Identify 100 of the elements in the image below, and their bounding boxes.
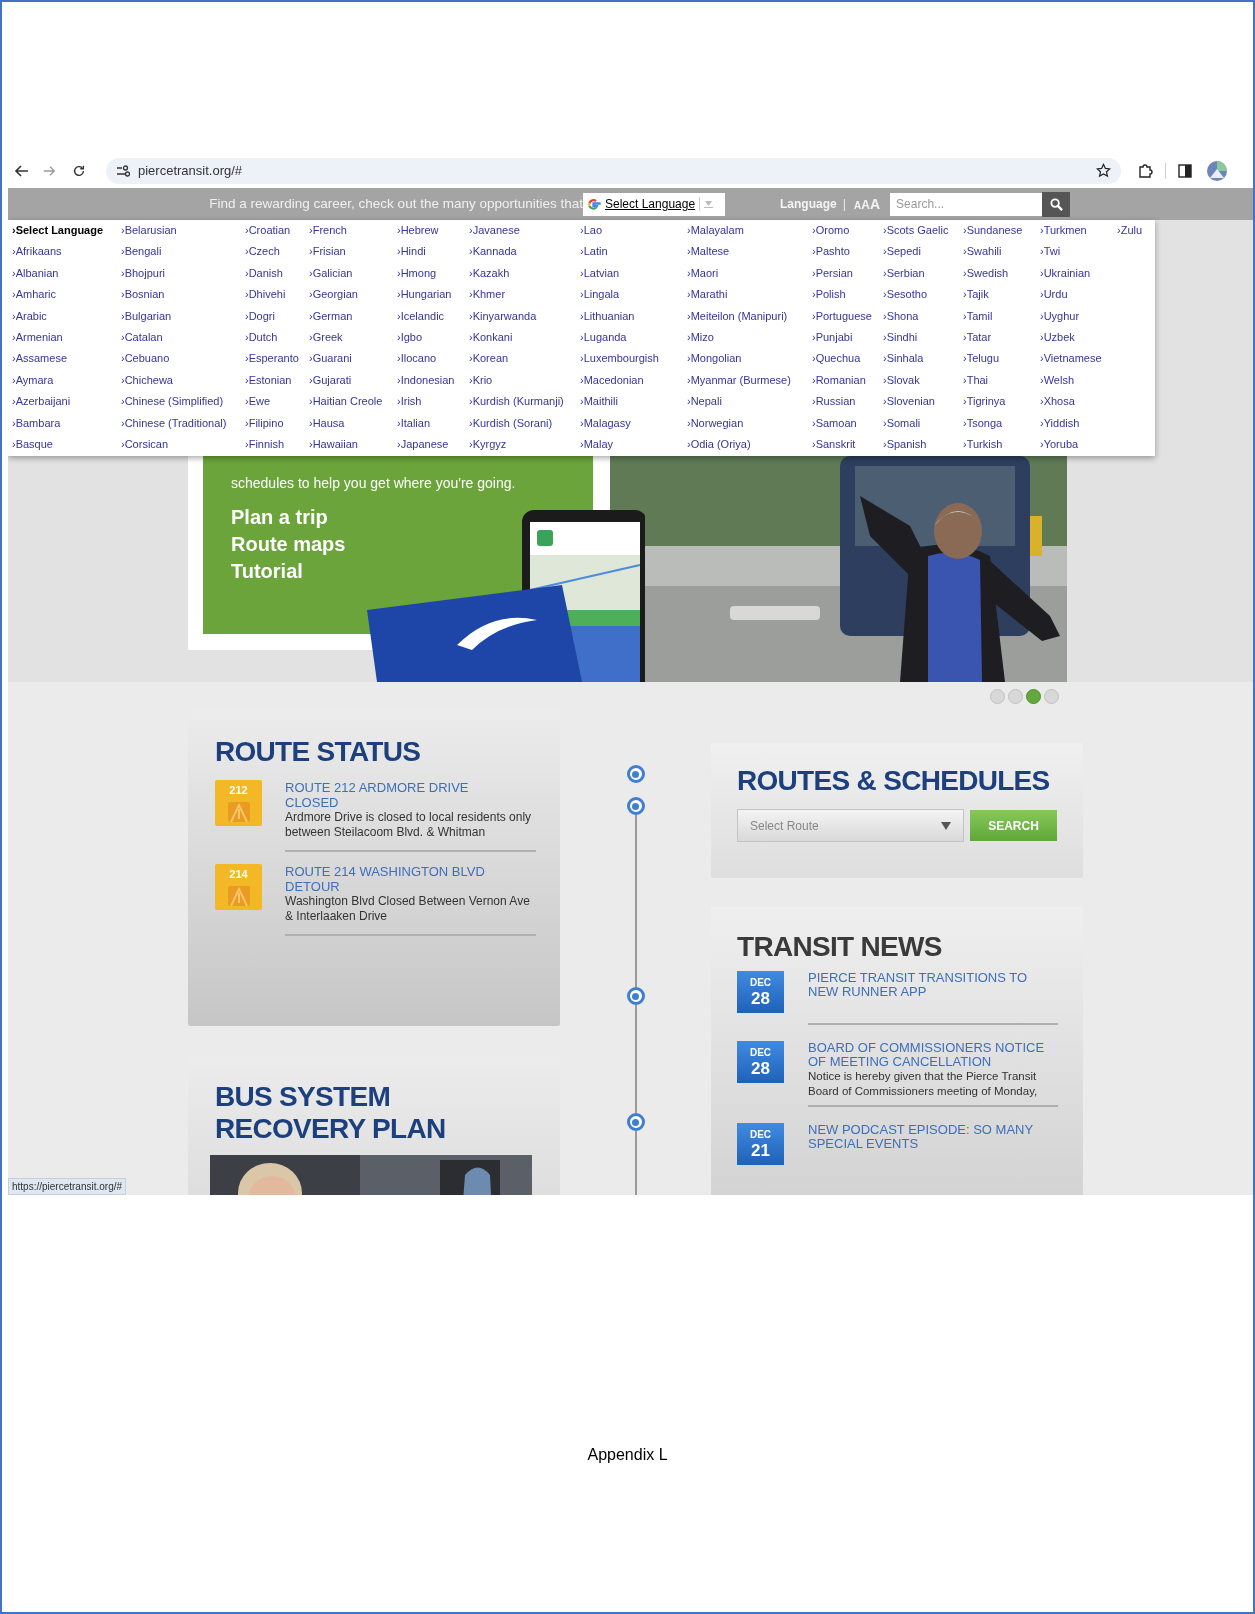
language-option[interactable]: ›Cebuano [121,348,245,370]
language-option[interactable]: ›Slovak [883,369,963,392]
language-option[interactable]: ›Sepedi [883,241,963,263]
language-option[interactable]: ›Bulgarian [121,305,245,328]
language-option[interactable]: ›Tsonga [963,412,1040,435]
language-option[interactable]: ›Latin [580,241,687,263]
language-option[interactable]: ›Kurdish (Kurmanji) [469,391,580,413]
language-option[interactable]: ›Belarusian [121,220,245,242]
language-option[interactable]: ›Yoruba [1040,434,1117,456]
language-option[interactable]: ›Dogri [245,305,309,328]
language-option[interactable]: ›Swedish [963,262,1040,285]
language-option[interactable]: ›Sanskrit [812,434,883,456]
language-option[interactable]: ›Irish [397,391,469,413]
language-option[interactable]: ›Samoan [812,412,883,435]
language-option[interactable]: ›Gujarati [309,369,397,392]
language-option[interactable]: ›Afrikaans [12,241,121,263]
language-option[interactable]: ›Hmong [397,262,469,285]
language-option[interactable]: ›Croatian [245,220,309,242]
language-option[interactable]: ›Finnish [245,434,309,456]
language-option[interactable]: ›Quechua [812,348,883,370]
language-option[interactable]: ›Guarani [309,348,397,370]
language-option[interactable]: ›Chinese (Traditional) [121,412,245,435]
language-option[interactable]: ›Malagasy [580,412,687,435]
language-option[interactable]: ›Haitian Creole [309,391,397,413]
language-option[interactable]: ›Kazakh [469,262,580,285]
translate-dropdown[interactable]: Select Language [583,192,725,216]
language-option[interactable]: ›Mizo [687,327,812,349]
search-field[interactable]: Search... [890,192,1043,216]
language-option[interactable]: ›Vietnamese [1040,348,1117,370]
language-option[interactable]: ›Swahili [963,241,1040,263]
language-option[interactable]: ›Armenian [12,327,121,349]
language-option[interactable]: ›Kannada [469,241,580,263]
language-option[interactable]: ›Javanese [469,220,580,242]
language-option[interactable]: ›Myanmar (Burmese) [687,369,812,392]
language-option[interactable]: ›Sindhi [883,327,963,349]
language-option[interactable]: ›Bosnian [121,284,245,306]
language-option[interactable]: ›Bengali [121,241,245,263]
language-option[interactable]: ›Georgian [309,284,397,306]
language-option[interactable]: ›Estonian [245,369,309,392]
language-option[interactable]: ›Somali [883,412,963,435]
language-option[interactable]: ›Frisian [309,241,397,263]
back-icon[interactable] [14,162,30,179]
language-option[interactable]: ›Tigrinya [963,391,1040,413]
forward-icon[interactable] [42,163,56,178]
language-option[interactable]: ›Malay [580,434,687,456]
language-option[interactable]: ›Amharic [12,284,121,306]
language-option[interactable]: ›Kyrgyz [469,434,580,456]
language-option[interactable]: ›Kinyarwanda [469,305,580,328]
language-option[interactable]: ›Select Language [12,220,121,242]
language-option[interactable]: ›Azerbaijani [12,391,121,413]
language-option[interactable]: ›Chichewa [121,369,245,392]
language-option[interactable]: ›Krio [469,369,580,392]
language-option[interactable]: ›Luganda [580,327,687,349]
language-option[interactable]: ›Tatar [963,327,1040,349]
route-alert-link[interactable]: ROUTE 212 ARDMORE DRIVE CLOSED [285,780,517,810]
language-option[interactable]: ›Lingala [580,284,687,306]
language-option[interactable]: ›Malayalam [687,220,812,242]
language-option[interactable]: ›Ilocano [397,348,469,370]
language-option[interactable]: ›Romanian [812,369,883,392]
language-option[interactable]: ›Khmer [469,284,580,306]
language-option[interactable]: ›Uzbek [1040,327,1117,349]
language-option[interactable]: ›Marathi [687,284,812,306]
language-option[interactable]: ›Dhivehi [245,284,309,306]
language-option[interactable]: ›Serbian [883,262,963,285]
language-option[interactable]: ›Portuguese [812,305,883,328]
language-option[interactable]: ›Thai [963,369,1040,392]
language-option[interactable]: ›Esperanto [245,348,309,370]
language-option[interactable]: ›Japanese [397,434,469,456]
language-option[interactable]: ›Arabic [12,305,121,328]
language-option[interactable]: ›Sundanese [963,220,1040,242]
reload-icon[interactable] [72,163,86,178]
language-option[interactable]: ›Assamese [12,348,121,370]
language-option[interactable]: ›Hebrew [397,220,469,242]
language-option[interactable]: ›Albanian [12,262,121,285]
language-option[interactable]: ›Sesotho [883,284,963,306]
language-option[interactable]: ›Telugu [963,348,1040,370]
language-option[interactable]: ›Shona [883,305,963,328]
language-option[interactable]: ›Spanish [883,434,963,456]
language-option[interactable]: ›Maithili [580,391,687,413]
language-option[interactable]: ›Lao [580,220,687,242]
extensions-icon[interactable] [1137,162,1153,179]
address-bar[interactable]: piercetransit.org/# [106,157,1121,184]
language-option[interactable]: ›Ewe [245,391,309,413]
language-option[interactable]: ›Persian [812,262,883,285]
language-option[interactable]: ›Ukrainian [1040,262,1117,285]
language-option[interactable]: ›Macedonian [580,369,687,392]
language-option[interactable]: ›Greek [309,327,397,349]
language-option[interactable]: ›Bambara [12,412,121,435]
language-option[interactable]: ›Danish [245,262,309,285]
language-option[interactable]: ›Luxembourgish [580,348,687,370]
route-alert-link[interactable]: ROUTE 214 WASHINGTON BLVD DETOUR [285,864,517,894]
language-option[interactable]: ›Punjabi [812,327,883,349]
language-option[interactable]: ›Indonesian [397,369,469,392]
language-option[interactable]: ›Konkani [469,327,580,349]
language-option[interactable]: ›Turkmen [1040,220,1117,242]
language-option[interactable]: ›Yiddish [1040,412,1117,435]
language-option[interactable]: ›Maltese [687,241,812,263]
language-option[interactable]: ›Icelandic [397,305,469,328]
language-option[interactable]: ›Zulu [1117,220,1155,242]
language-option[interactable]: ›Czech [245,241,309,263]
